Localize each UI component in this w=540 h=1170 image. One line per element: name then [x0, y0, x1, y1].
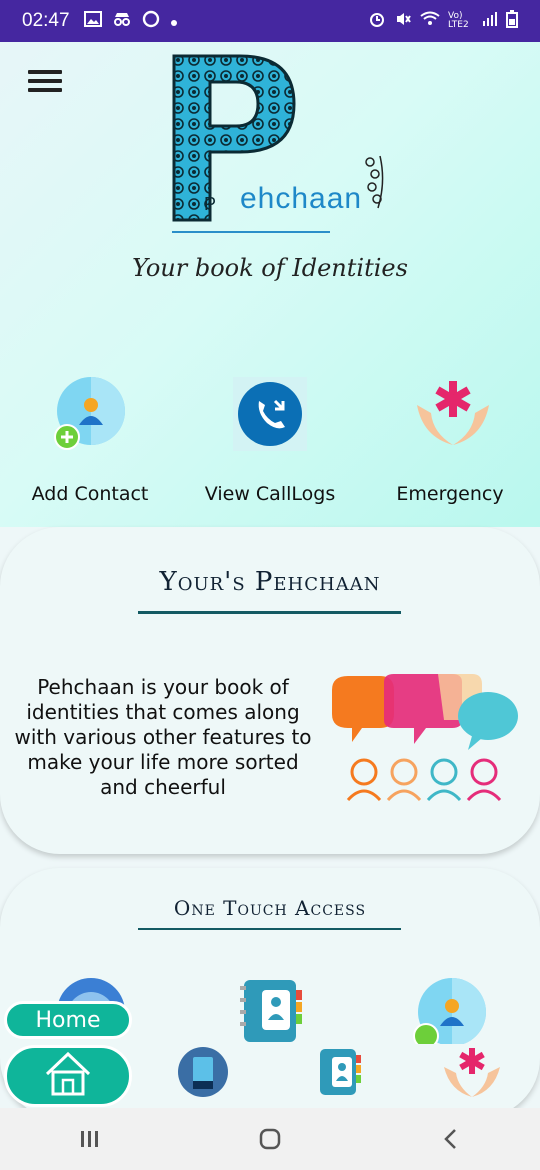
sd-card-icon[interactable]: [176, 1045, 232, 1101]
logo-underline: [172, 231, 330, 233]
add-contact-label: Add Contact: [31, 483, 149, 505]
dot-icon: [170, 12, 178, 31]
home-button[interactable]: [4, 1045, 132, 1107]
home-nav-icon[interactable]: [240, 1119, 300, 1159]
view-calllogs-label: View CallLogs: [204, 483, 336, 505]
add-contact-icon-quick[interactable]: [412, 978, 488, 1049]
one-touch-title-underline: [138, 928, 401, 930]
about-card: Your's Pehchaan Pehchaan is your book of…: [0, 527, 540, 854]
home-icon: [43, 1050, 93, 1102]
about-title: Your's Pehchaan: [159, 567, 381, 597]
recents-icon[interactable]: [60, 1119, 120, 1159]
emergency-label: Emergency: [396, 483, 504, 505]
lte-label: Vo) LTE2: [448, 11, 469, 30]
back-icon[interactable]: [420, 1119, 480, 1159]
logo-word: ehchaan: [240, 182, 363, 215]
lte-signal-icon: [482, 11, 498, 31]
system-nav-bar: [0, 1108, 540, 1170]
emergency-icon-bottom[interactable]: [442, 1045, 500, 1101]
view-calllogs-button[interactable]: View CallLogs: [190, 377, 350, 505]
chat-bubble-icon: [142, 10, 160, 32]
status-bar: 02:47 Vo) LTE2: [0, 0, 540, 42]
wifi-icon: [420, 11, 440, 31]
contacts-book-icon-bottom[interactable]: [314, 1045, 370, 1101]
menu-icon[interactable]: [28, 70, 62, 96]
about-description: Pehchaan is your book of identities that…: [14, 675, 312, 799]
logo-letter: P: [204, 194, 216, 214]
add-contact-button[interactable]: Add Contact: [10, 377, 170, 505]
incognito-icon: [112, 11, 132, 31]
status-right-icons: Vo) LTE2: [368, 10, 518, 32]
flower-decoration-icon: [358, 152, 388, 216]
call-logs-icon: [233, 377, 307, 451]
emergency-icon: [413, 377, 489, 451]
header: P ehchaan Your book of Identities Add Co…: [0, 42, 540, 527]
add-contact-icon: [53, 377, 127, 451]
alarm-icon: [368, 10, 386, 32]
mute-icon: [394, 10, 412, 32]
battery-icon: [506, 10, 518, 32]
people-chat-illustration: [322, 670, 522, 806]
one-touch-title: One Touch Access: [173, 896, 367, 920]
home-label-pill[interactable]: Home: [4, 1001, 132, 1039]
about-title-underline: [138, 611, 401, 614]
contacts-book-icon[interactable]: [236, 978, 304, 1048]
image-icon: [83, 11, 102, 31]
tagline: Your book of Identities: [132, 254, 408, 282]
status-time: 02:47: [22, 10, 70, 31]
emergency-button[interactable]: Emergency: [370, 377, 530, 505]
